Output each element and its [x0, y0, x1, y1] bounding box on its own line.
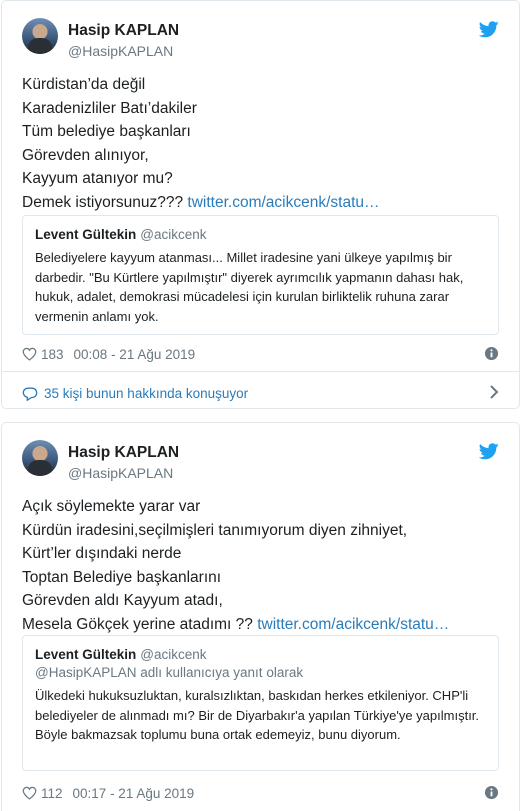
tweet-line: Demek istiyorsunuz???: [22, 193, 188, 211]
quoted-tweet[interactable]: Levent Gültekin @acikcenk Belediyelere ka…: [22, 215, 499, 335]
author-name[interactable]: Hasip KAPLAN: [68, 22, 179, 40]
divider: [2, 371, 519, 372]
quoted-tweet-text: Belediyelere kayyum atanması... Millet i…: [35, 250, 464, 324]
tweet-card: Hasip KAPLAN @HasipKAPLAN Kürdistan’da d…: [1, 0, 520, 409]
conversation-link[interactable]: 35 kişi bunun hakkında konuşuyor: [22, 382, 499, 404]
tweet-line: Kürt’ler dışındaki nerde: [22, 545, 182, 562]
heart-icon[interactable]: [22, 347, 37, 361]
info-icon[interactable]: [484, 346, 499, 361]
tweet-line: Görevden aldı Kayyum atadı,: [22, 592, 223, 609]
tweet-line-with-link: Mesela Gökçek yerine atadımı ?? twitter.…: [22, 613, 499, 637]
author-handle[interactable]: @HasipKAPLAN: [68, 465, 173, 481]
quoted-tweet-link[interactable]: twitter.com/acikcenk/statu…: [257, 616, 449, 633]
quoted-tweet-header: Levent Gültekin @acikcenk: [35, 647, 486, 662]
tweet-text: Kürdistan’da değil Karadenizliler Batı’d…: [22, 73, 499, 214]
tweet-meta: 112 00:17 - 21 Ağu 2019: [22, 783, 499, 803]
tweet-line-with-link: Demek istiyorsunuz??? twitter.com/acikce…: [22, 191, 499, 215]
tweet-meta: 183 00:08 - 21 Ağu 2019: [22, 344, 499, 364]
twitter-bird-icon[interactable]: [479, 443, 499, 460]
quoted-tweet-text: Ülkedeki hukuksuzluktan, kuralsızlıktan,…: [35, 688, 480, 742]
heart-icon[interactable]: [22, 786, 37, 800]
twitter-bird-icon[interactable]: [479, 21, 499, 38]
tweet-line: Kürdün iradesini,seçilmişleri tanımıyoru…: [22, 521, 408, 539]
tweet-card: Hasip KAPLAN @HasipKAPLAN Açık söylemekt…: [1, 422, 520, 811]
tweet-line: Kayyum atanıyor mu?: [22, 170, 173, 187]
tweet-line: Mesela Gökçek yerine atadımı ??: [22, 615, 258, 633]
tweet-line: Tüm belediye başkanları: [22, 123, 191, 140]
tweet-line: Kürdistan’da değil: [22, 76, 146, 93]
quoted-author-name: Levent Gültekin: [35, 647, 137, 662]
timestamp[interactable]: 00:08 - 21 Ağu 2019: [74, 347, 196, 362]
quoted-author-name: Levent Gültekin: [35, 227, 137, 242]
tweet-text: Açık söylemekte yarar var Kürdün iradesi…: [22, 495, 499, 636]
tweet-line: Görevden alınıyor,: [22, 146, 149, 164]
tweet-line: Açık söylemekte yarar var: [22, 498, 201, 515]
info-icon[interactable]: [484, 785, 499, 800]
avatar[interactable]: [22, 18, 58, 54]
quoted-author-handle: @acikcenk: [140, 647, 207, 662]
quoted-author-handle: @acikcenk: [140, 227, 207, 242]
speech-bubble-icon: [22, 387, 38, 401]
quoted-tweet[interactable]: Levent Gültekin @acikcenk @HasipKAPLAN ad…: [22, 635, 499, 771]
tweet-line: Karadenizliler Batı’dakiler: [22, 99, 197, 117]
chevron-right-icon[interactable]: [489, 385, 499, 399]
reply-context: @HasipKAPLAN adlı kullanıcıya yanıt olar…: [35, 665, 304, 680]
avatar[interactable]: [22, 440, 58, 476]
tweet-line: Toptan Belediye başkanlarını: [22, 568, 222, 586]
quoted-tweet-link[interactable]: twitter.com/acikcenk/statu…: [187, 194, 379, 211]
author-handle[interactable]: @HasipKAPLAN: [68, 43, 173, 59]
timestamp[interactable]: 00:17 - 21 Ağu 2019: [73, 786, 195, 801]
author-name[interactable]: Hasip KAPLAN: [68, 444, 179, 462]
quoted-tweet-header: Levent Gültekin @acikcenk: [35, 227, 486, 242]
like-count[interactable]: 183: [41, 347, 64, 362]
conversation-label: 35 kişi bunun hakkında konuşuyor: [44, 385, 249, 401]
like-count[interactable]: 112: [41, 786, 63, 801]
